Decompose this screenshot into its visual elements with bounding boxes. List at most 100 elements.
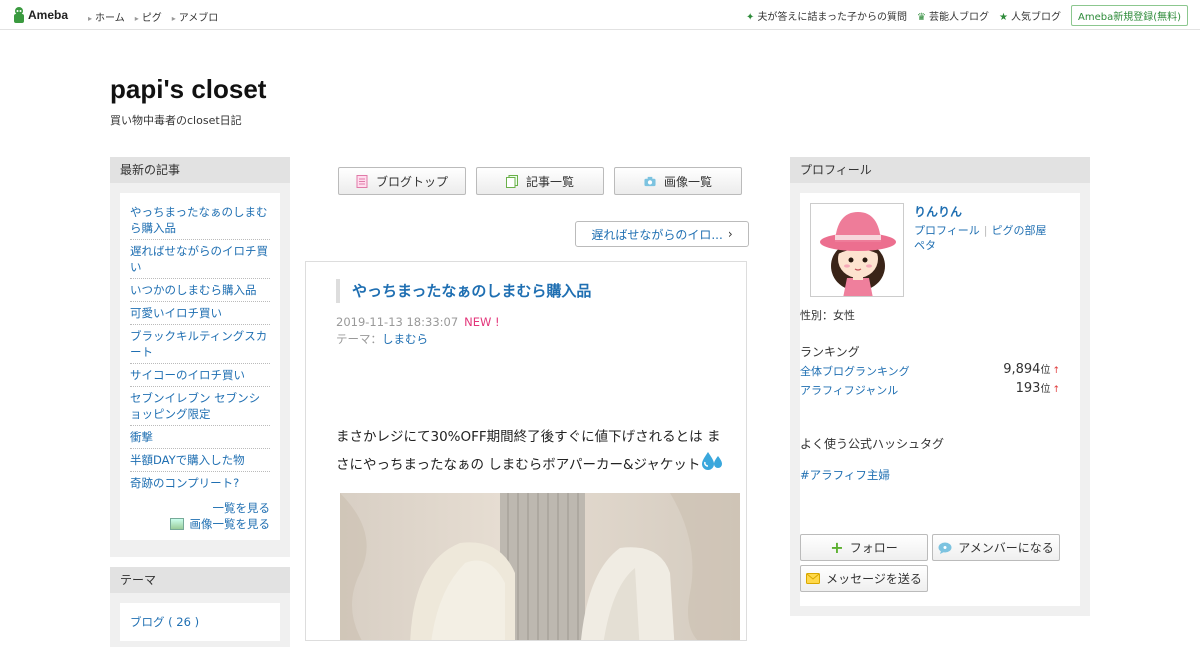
theme-panel: ブログ ( 26 ) [120, 603, 280, 641]
pigg-room-link[interactable]: ピグの部屋 [992, 224, 1047, 237]
ranking-unit: 位 [1040, 384, 1051, 395]
plus-icon: + [830, 537, 844, 557]
previous-article-button[interactable]: 遅ればせながらのイロ... › [575, 221, 749, 247]
article-body: まさかレジにて30%OFF期間終了後すぐに値下げされるとは ま さにやっちまった… [336, 424, 736, 478]
sweat-drops-icon [702, 452, 723, 470]
camera-icon [644, 176, 656, 186]
article-meta: 2019-11-13 18:33:07 NEW ! [336, 315, 500, 329]
article-photo[interactable] [340, 493, 740, 640]
star-icon: ★ [999, 12, 1008, 23]
overall-ranking-link[interactable]: 全体ブログランキング [800, 365, 910, 378]
link-separator: | [983, 224, 988, 237]
avatar[interactable] [810, 203, 904, 297]
article-body-text: さにやっちまったなぁの しまむらボアパーカー&ジャケット [336, 457, 701, 473]
recent-articles-heading: 最新の記事 [110, 157, 290, 183]
avatar-illustration [820, 212, 896, 296]
ranking-row: 全体ブログランキング 9,894位 ↑ [800, 361, 1060, 379]
theme-heading: テーマ [110, 567, 290, 593]
top-nav: ホーム ピグ アメブロ [88, 9, 218, 24]
recent-article-link[interactable]: 奇跡のコンプリート? [130, 472, 270, 494]
follow-button[interactable]: + フォロー [800, 534, 928, 561]
image-list-label: 画像一覧 [663, 174, 712, 189]
ameba-logo-icon [14, 7, 24, 23]
recent-article-link[interactable]: やっちまったなぁのしまむら購入品 [130, 201, 270, 240]
profile-box: プロフィール りんりん プロフィール | ピグの部屋 ペタ 性別：女性 ランキング [790, 157, 1090, 616]
logo-text: Ameba [28, 8, 69, 22]
featured-question-label: 夫が答えに詰まった子からの質問 [757, 12, 908, 23]
profile-heading: プロフィール [790, 157, 1090, 183]
send-message-button[interactable]: メッセージを送る [800, 565, 928, 592]
article-list-button[interactable]: 記事一覧 [476, 167, 604, 195]
article-date: 2019-11-13 18:33:07 [336, 315, 459, 329]
ranking-unit: 位 [1040, 365, 1051, 376]
blog-title[interactable]: papi's closet [110, 74, 266, 105]
recent-articles-box: 最新の記事 やっちまったなぁのしまむら購入品 遅ればせながらのイロチ買い いつか… [110, 157, 290, 557]
article-theme: テーマ：しまむら [336, 331, 428, 347]
genre-ranking-link[interactable]: アラフィフジャンル [800, 384, 898, 397]
article-theme-link[interactable]: しまむら [382, 332, 428, 346]
celebrity-blog-label: 芸能人ブログ [929, 12, 990, 23]
article-title[interactable]: やっちまったなぁのしまむら購入品 [336, 279, 591, 303]
image-list-icon [169, 518, 184, 530]
profile-link[interactable]: プロフィール [914, 224, 980, 237]
ranking-row: アラフィフジャンル 193位 ↑ [800, 381, 1060, 398]
chevron-right-icon: › [727, 227, 733, 241]
see-all-link[interactable]: 一覧を見る [130, 500, 271, 516]
celebrity-blog-link[interactable]: ♛ 芸能人ブログ [917, 8, 989, 23]
nav-home-link[interactable]: ホーム [88, 9, 125, 24]
follow-label: フォロー [849, 541, 898, 555]
recent-articles-list: やっちまったなぁのしまむら購入品 遅ればせながらのイロチ買い いつかのしまむら購… [130, 201, 270, 494]
photo-content [340, 493, 740, 640]
overall-ranking-value: 9,894位 ↑ [1003, 361, 1060, 377]
article-theme-label: テーマ： [336, 332, 382, 346]
recent-article-link[interactable]: サイコーのイロチ買い [130, 364, 270, 387]
see-all-images-label: 画像一覧を見る [189, 517, 271, 531]
send-message-label: メッセージを送る [826, 572, 922, 586]
recent-article-link[interactable]: セブンイレブン セブンショッピング限定 [130, 387, 270, 426]
ranking-number: 9,894 [1003, 362, 1041, 377]
image-list-button[interactable]: 画像一覧 [614, 167, 742, 195]
blog-top-button[interactable]: ブログトップ [338, 167, 466, 195]
see-all-images-link[interactable]: 画像一覧を見る [130, 516, 270, 532]
article: やっちまったなぁのしまむら購入品 2019-11-13 18:33:07 NEW … [305, 261, 747, 641]
popular-blog-label: 人気ブログ [1010, 12, 1061, 23]
profile-panel: りんりん プロフィール | ピグの部屋 ペタ 性別：女性 ランキング 全体ブログラン… [800, 193, 1080, 606]
top-right-links: ✦ 夫が答えに詰まった子からの質問 ♛ 芸能人ブログ ★ 人気ブログ Ameba新規登… [746, 5, 1188, 26]
popular-blog-link[interactable]: ★ 人気ブログ [999, 8, 1061, 23]
recent-article-link[interactable]: 可愛いイロチ買い [130, 302, 270, 325]
peta-link[interactable]: ペタ [914, 239, 936, 252]
sparkle-icon: ✦ [746, 12, 755, 23]
speech-bubble-icon [938, 542, 952, 554]
recent-article-link[interactable]: 遅ればせながらのイロチ買い [130, 240, 270, 279]
hashtag-link[interactable]: #アラフィフ主婦 [800, 467, 890, 483]
profile-links: プロフィール | ピグの部屋 ペタ [914, 223, 1047, 253]
recent-article-link[interactable]: ブラックキルティングスカート [130, 325, 270, 364]
amember-button[interactable]: アメンバーになる [932, 534, 1060, 561]
envelope-icon [806, 573, 821, 584]
theme-box: テーマ ブログ ( 26 ) [110, 567, 290, 647]
document-icon [356, 174, 368, 188]
featured-question-link[interactable]: ✦ 夫が答えに詰まった子からの質問 [746, 8, 907, 23]
hashtag-heading: よく使う公式ハッシュタグ [800, 437, 945, 451]
ranking-heading: ランキング [800, 345, 860, 359]
blog-description: 買い物中毒者のcloset日記 [110, 114, 242, 127]
ranking-number: 193 [1015, 381, 1041, 396]
article-body-line-2: さにやっちまったなぁの しまむらボアパーカー&ジャケット [336, 450, 736, 478]
new-badge: NEW ! [464, 315, 500, 329]
recent-articles-panel: やっちまったなぁのしまむら購入品 遅ればせながらのイロチ買い いつかのしまむら購… [120, 193, 280, 540]
rank-up-arrow-icon: ↑ [1052, 366, 1060, 376]
register-button[interactable]: Ameba新規登録(無料) [1070, 5, 1188, 26]
rank-up-arrow-icon: ↑ [1052, 385, 1060, 395]
article-list-label: 記事一覧 [525, 174, 574, 189]
previous-article-label: 遅ればせながらのイロ... [591, 227, 723, 242]
documents-icon [505, 174, 518, 188]
recent-article-link[interactable]: 半額DAYで購入した物 [130, 449, 270, 472]
profile-name[interactable]: りんりん [914, 203, 962, 220]
nav-pigg-link[interactable]: ピグ [135, 9, 162, 24]
recent-article-link[interactable]: いつかのしまむら購入品 [130, 279, 270, 302]
recent-article-link[interactable]: 衝撃 [130, 426, 270, 449]
blog-top-label: ブログトップ [375, 174, 448, 189]
profile-gender: 性別：女性 [800, 309, 855, 322]
nav-ameblo-link[interactable]: アメブロ [172, 9, 219, 24]
ameba-logo[interactable]: Ameba [12, 6, 68, 24]
